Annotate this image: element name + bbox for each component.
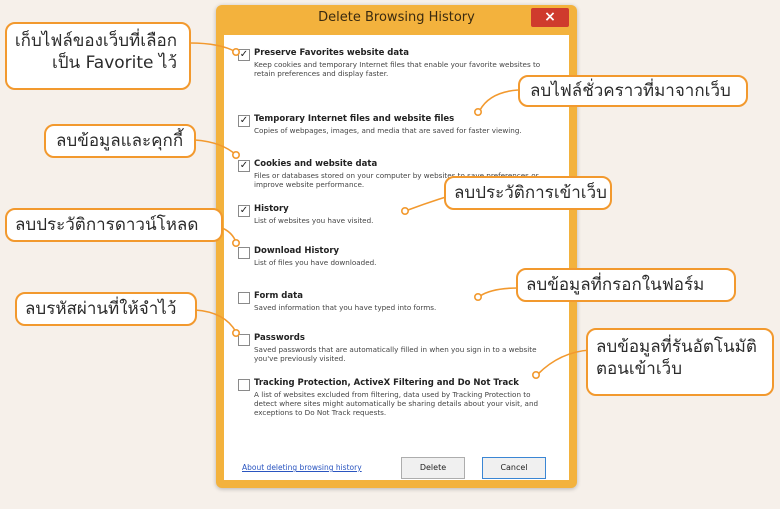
callout-temp-files: ลบไฟล์ชั่วคราวที่มาจากเว็บ	[518, 75, 748, 107]
callout-form-data: ลบข้อมูลที่กรอกในฟอร์ม	[516, 268, 736, 302]
callout-text: ลบไฟล์ชั่วคราวที่มาจากเว็บ	[530, 81, 731, 101]
callout-text: ลบประวัติการดาวน์โหลด	[15, 215, 199, 235]
callout-text: เก็บไฟล์ของเว็บที่เลือก	[14, 31, 177, 51]
callout-preserve-favorites: เก็บไฟล์ของเว็บที่เลือก เป็น Favorite ไว…	[5, 22, 191, 90]
callout-text: ลบข้อมูลที่รันอัตโนมัติ	[596, 337, 757, 357]
callout-passwords: ลบรหัสผ่านที่ให้จำไว้	[15, 292, 197, 326]
callout-download-history: ลบประวัติการดาวน์โหลด	[5, 208, 223, 242]
callout-text: ลบข้อมูลและคุกกี้	[56, 131, 184, 151]
callout-tracking-protection: ลบข้อมูลที่รันอัตโนมัติ ตอนเข้าเว็บ	[586, 328, 774, 396]
callout-text: ลบประวัติการเข้าเว็บ	[454, 183, 607, 203]
callout-text: ลบข้อมูลที่กรอกในฟอร์ม	[526, 275, 705, 295]
callout-history: ลบประวัติการเข้าเว็บ	[444, 176, 612, 210]
callout-cookies: ลบข้อมูลและคุกกี้	[44, 124, 196, 158]
callout-text: ตอนเข้าเว็บ	[596, 359, 682, 379]
callout-text: เป็น Favorite ไว้	[51, 53, 177, 73]
callout-text: ลบรหัสผ่านที่ให้จำไว้	[25, 299, 177, 319]
